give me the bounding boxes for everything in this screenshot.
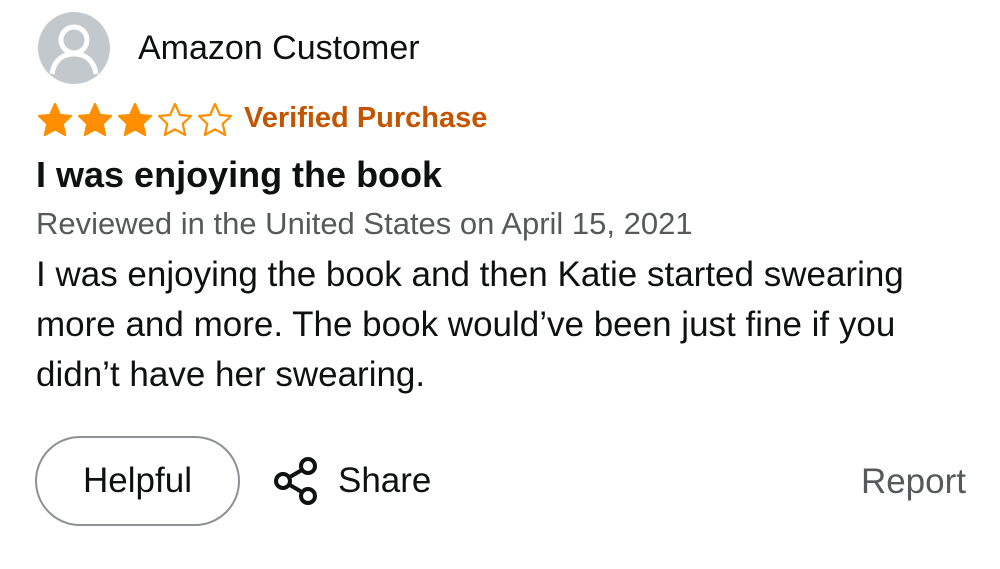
share-icon <box>274 457 317 505</box>
star-filled-icon <box>77 102 113 137</box>
star-filled-icon <box>37 102 73 137</box>
star-empty-icon <box>197 102 233 137</box>
review-body: I was enjoying the book and then Katie s… <box>36 255 904 394</box>
star-rating <box>36 102 234 138</box>
review-title: I was enjoying the book <box>36 154 443 195</box>
star-empty-icon <box>157 102 193 137</box>
star-filled-icon <box>117 102 153 137</box>
review-date: Reviewed in the United States on April 1… <box>36 206 693 241</box>
avatar <box>38 12 110 84</box>
share-label: Share <box>338 461 432 500</box>
user-silhouette-icon <box>49 24 99 75</box>
share-button[interactable]: Share <box>270 452 431 510</box>
helpful-button[interactable]: Helpful <box>35 436 240 526</box>
verified-purchase-badge: Verified Purchase <box>244 102 488 134</box>
reviewer-name: Amazon Customer <box>138 29 420 67</box>
report-link[interactable]: Report <box>861 458 966 506</box>
